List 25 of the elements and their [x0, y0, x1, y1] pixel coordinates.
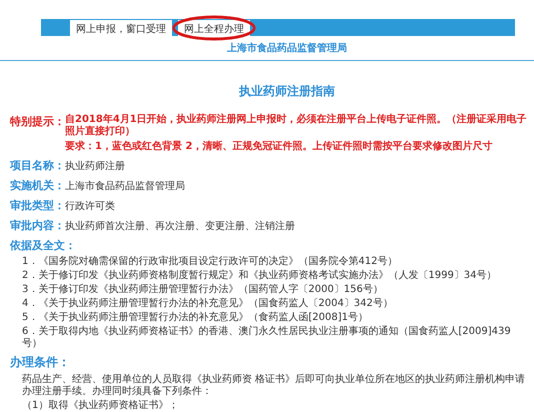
field-label: 依据及全文： [10, 238, 76, 253]
nav-button[interactable]: 网上全程办理 [178, 20, 250, 36]
reference-item: 5．《关于执业药师注册管理暂行办法的补充意见》（食药监人函[2008]1号） [22, 312, 369, 324]
reference-item: 6．关于取得内地《执业药师资格证书》的香港、澳门永久性居民执业注册事项的通知（国食药监人[2009]439号） [22, 326, 512, 350]
reference-item: 3．关于修订印发《执业药师注册管理暂行办法》（国药管人字〔2000〕156号） [22, 284, 384, 296]
reference-item: 4．《关于执业药师注册管理暂行办法的补充意见》（国食药监人〔2004〕342号） [22, 298, 394, 310]
field-label: 项目名称： [10, 158, 65, 173]
page-title: 执业药师注册指南 [239, 83, 335, 100]
field-value: 行政许可类 [65, 200, 115, 213]
nav-button[interactable]: 网上申报，窗口受理 [70, 20, 172, 36]
field-value: 执业药师首次注册、再次注册、变更注册、注销注册 [65, 220, 295, 233]
notice-label: 特别提示： [10, 114, 65, 130]
reference-item: 1．《国务院对确需保留的行政审批项目设定行政许可的决定》（国务院令第412号） [22, 256, 398, 268]
field-label: 审批类型： [10, 198, 65, 213]
field-value: 执业药师注册 [65, 160, 125, 173]
field-value: 上海市食品药品监督管理局 [65, 180, 185, 193]
section-heading: 办理条件： [8, 354, 71, 371]
notice-text: 要求：1，蓝色或红色背景 2，清晰、正规免冠证件照。上传证件照时需按平台要求修改图片尺寸 [65, 141, 494, 153]
reference-item: 2．关于修订印发《执业药师资格制度暂行规定》和《执业药师资格考试实施办法》（人发〔1999〕34号） [22, 270, 498, 282]
notice-text: 自2018年4月1日开始，执业药师注册网上申报时，必须在注册平台上传电子证件照。（注册证采用电子照片直接打印） [65, 114, 528, 138]
condition-item: （1）取得《执业药师资格证书》； [21, 398, 180, 412]
field-label: 实施机关： [10, 178, 65, 193]
conditions-text: 药品生产、经营、使用单位的人员取得《执业药师资 格证书》后即可向执业单位所在地区的执业药师注册机构申请办理注册手续。办理同时须具备下列条件： [21, 372, 526, 398]
agency-name: 上海市食品药品监督管理局 [227, 41, 347, 56]
field-label: 审批内容： [10, 218, 65, 233]
